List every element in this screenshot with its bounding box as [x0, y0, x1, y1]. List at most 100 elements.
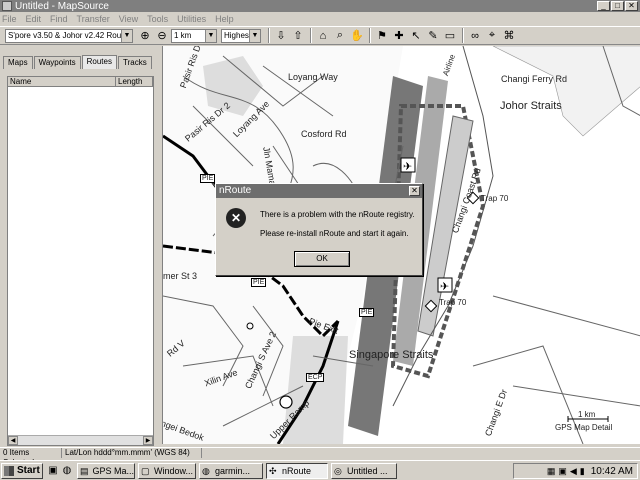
windows-logo-icon	[4, 465, 14, 476]
zoom-scale-value: 1 km	[174, 31, 192, 40]
battery-icon[interactable]: ▮	[580, 466, 585, 477]
scroll-right-icon[interactable]: ▶	[143, 436, 153, 445]
network-icon[interactable]: ▦	[547, 466, 556, 477]
task-nroute[interactable]: ✣ nRoute	[266, 462, 328, 479]
chevron-down-icon: ▼	[205, 29, 216, 42]
binoculars-icon[interactable]: ∞	[467, 28, 483, 44]
chevron-down-icon: ▼	[249, 29, 260, 42]
menu-bar: File Edit Find Transfer View Tools Utili…	[0, 12, 640, 25]
mapsource-icon: ◎	[334, 465, 342, 476]
task-gps-maps[interactable]: ▤ GPS Ma...	[77, 462, 135, 479]
menu-tools[interactable]: Tools	[147, 14, 168, 24]
menu-transfer[interactable]: Transfer	[77, 14, 110, 24]
maximize-button[interactable]: □	[611, 1, 624, 11]
route-tool-icon[interactable]: ✚	[391, 28, 407, 44]
map-scale-label: 1 km	[578, 410, 596, 419]
map-product-select[interactable]: S'pore v3.50 & Johor v2.42 Routable ▼	[5, 28, 133, 43]
task-label: GPS Ma...	[92, 465, 134, 476]
hand-tool-icon[interactable]: ✋	[349, 28, 365, 44]
scroll-left-icon[interactable]: ◀	[8, 436, 18, 445]
tab-maps[interactable]: Maps	[3, 56, 33, 69]
waypoint-tool-icon[interactable]: ⚑	[374, 28, 390, 44]
minimize-button[interactable]: _	[597, 1, 610, 11]
map-label-pie-a: PIE	[200, 174, 216, 183]
menu-find[interactable]: Find	[50, 14, 68, 24]
toolbar: S'pore v3.50 & Johor v2.42 Routable ▼ ⊕ …	[0, 26, 640, 45]
map-product-value: S'pore v3.50 & Johor v2.42 Routable	[8, 31, 133, 40]
chevron-down-icon: ▼	[121, 29, 132, 42]
menu-edit[interactable]: Edit	[26, 14, 42, 24]
menu-view[interactable]: View	[119, 14, 138, 24]
window-icon: ▢	[141, 465, 150, 476]
tab-waypoints[interactable]: Waypoints	[33, 56, 81, 69]
map-label-loyang-way: Loyang Way	[288, 72, 338, 82]
task-label: garmin...	[215, 465, 251, 476]
zoom-in-icon[interactable]: ⊕	[137, 28, 153, 44]
track-tool-icon[interactable]: ✎	[425, 28, 441, 44]
dialog-message-2: Please re-install nRoute and start it ag…	[260, 229, 409, 238]
distance-tool-icon[interactable]: ▭	[442, 28, 458, 44]
send-to-device-icon[interactable]: ⇧	[290, 28, 306, 44]
task-garmin[interactable]: ◍ garmin...	[199, 462, 263, 479]
tab-tracks[interactable]: Tracks	[117, 56, 152, 69]
display-icon[interactable]: ▣	[558, 466, 567, 477]
browser-icon[interactable]: ◍	[60, 464, 74, 478]
nroute-error-dialog: nRoute ✕ ✕ There is a problem with the n…	[215, 183, 423, 276]
svg-text:✈: ✈	[403, 160, 412, 173]
detail-value: Highest	[224, 31, 252, 40]
menu-utilities[interactable]: Utilities	[177, 14, 206, 24]
column-length[interactable]: Length	[116, 77, 153, 86]
left-panel: Maps Waypoints Routes Tracks Name Length…	[0, 46, 162, 446]
status-items-selected: 0 Items Selected	[0, 448, 62, 467]
detail-select[interactable]: Highest ▼	[221, 28, 261, 43]
zoom-out-icon[interactable]: ⊖	[154, 28, 170, 44]
task-windows[interactable]: ▢ Window...	[138, 462, 196, 479]
map-label-johor-straits: Johor Straits	[500, 100, 562, 112]
map-label-singapore-straits: Singapore Straits	[349, 349, 434, 361]
error-icon: ✕	[226, 208, 246, 228]
speaker-icon[interactable]: ◀	[570, 466, 577, 477]
menu-help[interactable]: Help	[215, 14, 234, 24]
map-tool-icon[interactable]: ⌂	[315, 28, 331, 44]
find-places-icon[interactable]: ⌘	[501, 28, 517, 44]
nroute-icon: ✣	[269, 465, 277, 476]
task-label: nRoute	[282, 465, 312, 476]
map-detail-label: GPS Map Detail	[555, 423, 613, 432]
dialog-message-1: There is a problem with the nRoute regis…	[260, 210, 415, 219]
status-coordinate-format: Lat/Lon hddd°mm.mmm' (WGS 84)	[62, 448, 202, 458]
zoom-scale-select[interactable]: 1 km ▼	[171, 28, 217, 43]
quick-launch: ▣ ◍	[46, 464, 74, 478]
start-button[interactable]: Start	[1, 462, 43, 479]
system-tray: ▦ ▣ ◀ ▮ 10:42 AM	[513, 463, 638, 479]
clock: 10:42 AM	[590, 465, 633, 477]
task-mapsource[interactable]: ◎ Untitled ...	[331, 462, 397, 479]
map-label-changi-ferry-rd: Changi Ferry Rd	[501, 74, 568, 84]
dialog-close-button[interactable]: ✕	[409, 186, 420, 196]
browser-icon: ◍	[202, 465, 210, 476]
panel-tabs: Maps Waypoints Routes Tracks	[3, 55, 153, 69]
map-label-ecp: ECP	[306, 373, 325, 382]
map-label-mer-st3: mer St 3	[163, 271, 198, 281]
routes-list[interactable]: Name Length ◀ ▶	[7, 76, 154, 446]
mapsource-window: Untitled - MapSource _ □ ✕ File Edit Fin…	[0, 0, 640, 480]
menu-file[interactable]: File	[2, 14, 17, 24]
ok-button[interactable]: OK	[294, 251, 350, 267]
find-nearest-icon[interactable]: ⌖	[484, 28, 500, 44]
map-label-cosford-rd: Cosford Rd	[301, 129, 347, 139]
map-label-trap70-a: Trap 70	[481, 194, 509, 203]
close-button[interactable]: ✕	[625, 1, 638, 11]
horizontal-scrollbar[interactable]: ◀ ▶	[8, 435, 153, 445]
receive-from-device-icon[interactable]: ⇩	[273, 28, 289, 44]
selection-tool-icon[interactable]: ↖	[408, 28, 424, 44]
column-name[interactable]: Name	[8, 77, 116, 86]
task-label: Window...	[154, 465, 194, 476]
tab-routes[interactable]: Routes	[81, 55, 117, 69]
start-label: Start	[17, 465, 40, 476]
desktop-icon[interactable]: ▣	[46, 464, 60, 478]
map-label-trap70-b: Trap 70	[439, 298, 467, 307]
window-title: Untitled - MapSource	[15, 0, 109, 12]
map-label-pie-c: PIE	[359, 308, 375, 317]
zoom-tool-icon[interactable]: ⌕	[332, 28, 348, 44]
task-label: Untitled ...	[347, 465, 388, 476]
title-bar: Untitled - MapSource _ □ ✕	[0, 0, 640, 12]
